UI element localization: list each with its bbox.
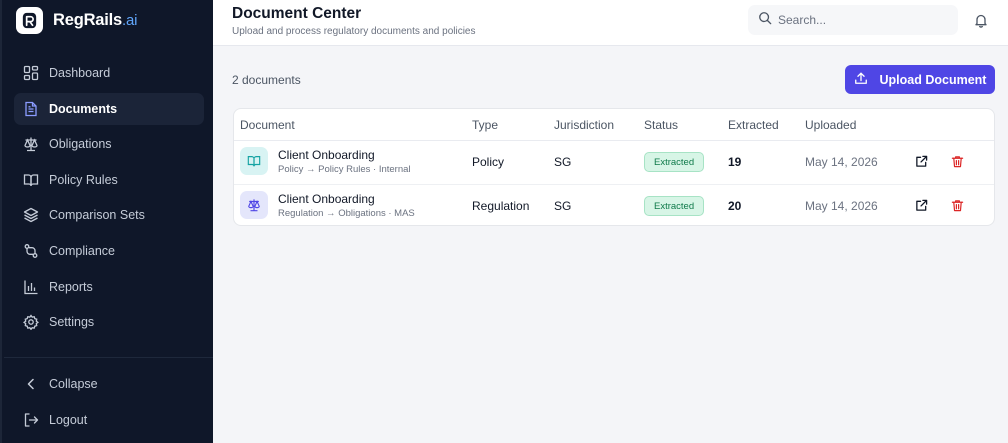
sidebar-item-label: Documents <box>49 101 118 116</box>
page-subtitle: Upload and process regulatory documents … <box>232 26 476 37</box>
git-compare-icon <box>23 243 39 259</box>
open-external-icon[interactable] <box>915 199 928 212</box>
open-external-icon[interactable] <box>915 155 928 168</box>
sidebar-divider <box>4 357 213 358</box>
table-row[interactable]: Client Onboarding Policy → Policy Rules … <box>234 141 994 183</box>
brand-name-text: RegRails <box>53 10 123 29</box>
chevron-left-icon <box>23 376 39 392</box>
column-header-type[interactable]: Type <box>472 118 498 132</box>
sidebar-nav: Dashboard Documents Obligations Policy R… <box>14 57 204 342</box>
delete-icon[interactable] <box>951 199 964 212</box>
brand-suffix: .ai <box>122 11 138 29</box>
sidebar-item-documents[interactable]: Documents <box>14 92 204 125</box>
document-name[interactable]: Client Onboarding <box>278 148 375 162</box>
document-type: Regulation <box>472 199 530 213</box>
sidebar: RegRails.ai Dashboard Documents Obligati… <box>0 0 213 443</box>
extracted-count: 19 <box>728 155 742 169</box>
document-count: 2 documents <box>232 73 301 87</box>
sidebar-item-obligations[interactable]: Obligations <box>14 128 204 160</box>
document-type: Policy <box>472 155 505 169</box>
dashboard-grid-icon <box>23 65 39 81</box>
book-open-icon <box>23 172 39 188</box>
sidebar-item-comparison-sets[interactable]: Comparison Sets <box>14 199 204 231</box>
gear-icon <box>23 314 39 331</box>
bar-chart-icon <box>23 279 39 295</box>
column-header-jurisdiction[interactable]: Jurisdiction <box>554 118 614 132</box>
document-jurisdiction: SG <box>554 199 572 213</box>
document-subtitle: Regulation → Obligations · MAS <box>278 208 415 219</box>
sidebar-item-settings[interactable]: Settings <box>14 306 204 338</box>
column-header-uploaded[interactable]: Uploaded <box>805 118 856 132</box>
regrails-logo-icon <box>16 6 43 34</box>
documents-table: Document Type Jurisdiction Status Extrac… <box>233 108 995 226</box>
sidebar-bottom: Collapse Logout <box>14 368 204 440</box>
sidebar-item-label: Obligations <box>49 137 112 152</box>
upload-document-button[interactable]: Upload Document <box>845 65 995 94</box>
column-header-extracted[interactable]: Extracted <box>728 118 779 132</box>
search-icon <box>758 11 772 30</box>
layers-icon <box>23 207 39 223</box>
top-header: Document Center Upload and process regul… <box>213 0 1008 46</box>
search-box[interactable] <box>748 5 958 35</box>
column-header-status[interactable]: Status <box>644 118 678 132</box>
document-subtitle: Policy → Policy Rules · Internal <box>278 164 411 175</box>
uploaded-date: May 14, 2026 <box>805 199 878 213</box>
book-open-icon <box>240 147 268 175</box>
column-header-document[interactable]: Document <box>240 118 295 132</box>
search-input[interactable] <box>778 13 948 27</box>
uploaded-date: May 14, 2026 <box>805 155 878 169</box>
sidebar-item-label: Compliance <box>49 243 116 258</box>
table-row[interactable]: Client Onboarding Regulation → Obligatio… <box>234 184 994 225</box>
sidebar-item-label: Policy Rules <box>49 172 118 187</box>
scale-icon <box>240 191 268 219</box>
document-jurisdiction: SG <box>554 155 572 169</box>
scale-icon <box>23 136 39 152</box>
sidebar-item-compliance[interactable]: Compliance <box>14 235 204 267</box>
delete-icon[interactable] <box>951 155 964 168</box>
sidebar-item-reports[interactable]: Reports <box>14 271 204 303</box>
collapse-button[interactable]: Collapse <box>14 368 204 400</box>
table-header: Document Type Jurisdiction Status Extrac… <box>234 109 994 141</box>
sidebar-item-label: Comparison Sets <box>49 208 145 223</box>
upload-document-label: Upload Document <box>879 72 987 87</box>
document-icon <box>23 101 39 117</box>
extracted-count: 20 <box>728 199 742 213</box>
sidebar-item-dashboard[interactable]: Dashboard <box>14 57 204 89</box>
document-name[interactable]: Client Onboarding <box>278 192 375 206</box>
bell-icon[interactable] <box>973 12 989 28</box>
logout-label: Logout <box>49 413 88 427</box>
page-title: Document Center <box>232 5 362 22</box>
sidebar-item-policy-rules[interactable]: Policy Rules <box>14 164 204 196</box>
sidebar-item-label: Reports <box>49 279 93 294</box>
status-badge: Extracted <box>644 196 705 216</box>
brand[interactable]: RegRails.ai <box>16 6 137 34</box>
status-badge: Extracted <box>644 152 705 172</box>
brand-name: RegRails.ai <box>53 11 137 30</box>
sidebar-item-label: Dashboard <box>49 66 111 80</box>
sidebar-item-label: Settings <box>49 315 95 330</box>
logout-icon <box>23 412 39 428</box>
logout-button[interactable]: Logout <box>14 404 204 436</box>
upload-icon <box>854 71 880 88</box>
collapse-label: Collapse <box>49 377 98 391</box>
